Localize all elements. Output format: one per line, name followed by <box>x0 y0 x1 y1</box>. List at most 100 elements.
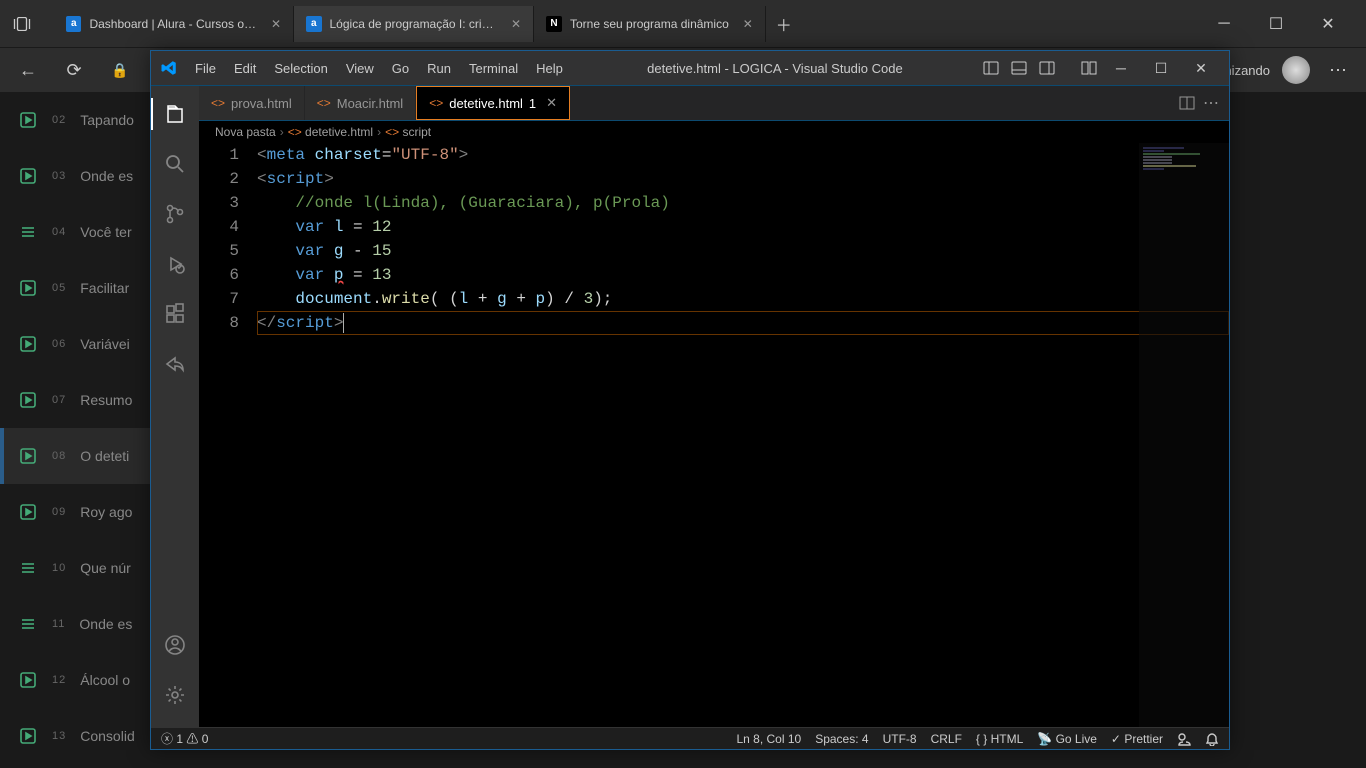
lesson-type-icon <box>18 558 38 578</box>
lesson-number: 06 <box>52 338 66 350</box>
lesson-title: Tapando <box>80 112 134 128</box>
back-button[interactable]: ← <box>12 54 44 86</box>
menu-item-go[interactable]: Go <box>384 57 417 80</box>
refresh-button[interactable]: ⟳ <box>58 54 90 86</box>
menu-button[interactable]: ⋯ <box>1322 54 1354 86</box>
tab-dirty-indicator: 1 <box>529 96 536 111</box>
breadcrumb[interactable]: Nova pasta › <> detetive.html › <> scrip… <box>199 121 1229 143</box>
split-editor-icon[interactable] <box>1179 96 1195 110</box>
menu-item-edit[interactable]: Edit <box>226 57 264 80</box>
lesson-number: 07 <box>52 394 66 406</box>
browser-tab[interactable]: aLógica de programação I: crie pr✕ <box>294 6 534 42</box>
lesson-number: 11 <box>52 618 65 630</box>
status-language[interactable]: { } HTML <box>976 732 1023 746</box>
code-editor[interactable]: 12345678 <meta charset="UTF-8"><script> … <box>199 143 1229 727</box>
status-feedback-icon[interactable] <box>1177 732 1191 746</box>
customize-layout-icon[interactable] <box>1077 57 1101 79</box>
lesson-type-icon <box>18 670 38 690</box>
minimap[interactable] <box>1139 143 1229 727</box>
profile-avatar[interactable] <box>1282 56 1310 84</box>
menu-item-file[interactable]: File <box>187 57 224 80</box>
menu-item-selection[interactable]: Selection <box>266 57 335 80</box>
status-prettier[interactable]: ✓ Prettier <box>1111 732 1163 746</box>
layout-left-icon[interactable] <box>979 57 1003 79</box>
code-line[interactable]: <meta charset="UTF-8"> <box>257 143 1229 167</box>
search-icon[interactable] <box>151 144 199 184</box>
source-control-icon[interactable] <box>151 194 199 234</box>
window-close-button[interactable]: ✕ <box>1310 10 1346 38</box>
lesson-type-icon <box>18 390 38 410</box>
tab-close-button[interactable]: ✕ <box>546 95 557 111</box>
layout-bottom-icon[interactable] <box>1007 57 1031 79</box>
page-status-text: nizando <box>1224 63 1270 78</box>
menu-item-run[interactable]: Run <box>419 57 459 80</box>
code-line[interactable]: var g - 15 <box>257 239 1229 263</box>
lesson-title: Onde es <box>79 616 132 632</box>
code-line[interactable]: document.write( (l + g + p) / 3); <box>257 287 1229 311</box>
collections-icon[interactable] <box>8 10 36 38</box>
menu-item-terminal[interactable]: Terminal <box>461 57 526 80</box>
lesson-number: 13 <box>52 730 66 742</box>
code-line[interactable]: //onde l(Linda), (Guaraciara), p(Prola) <box>257 191 1229 215</box>
more-actions-icon[interactable]: ⋯ <box>1203 93 1219 113</box>
editor-tab[interactable]: <>Moacir.html <box>305 86 416 120</box>
lesson-title: O deteti <box>80 448 129 464</box>
lesson-number: 04 <box>52 226 66 238</box>
status-bell-icon[interactable] <box>1205 732 1219 746</box>
browser-tab[interactable]: NTorne seu programa dinâmico✕ <box>534 6 766 42</box>
breadcrumb-segment[interactable]: Nova pasta <box>215 125 276 139</box>
status-spaces[interactable]: Spaces: 4 <box>815 732 868 746</box>
live-share-icon[interactable] <box>151 344 199 384</box>
code-line[interactable]: </script> <box>257 311 1229 335</box>
window-maximize-button[interactable]: ☐ <box>1258 10 1294 38</box>
settings-gear-icon[interactable] <box>151 675 199 715</box>
tab-close-button[interactable]: ✕ <box>511 17 521 31</box>
tab-favicon-icon: N <box>546 16 562 32</box>
window-minimize-button[interactable]: ─ <box>1206 10 1242 38</box>
lesson-number: 12 <box>52 674 66 686</box>
lesson-type-icon <box>18 222 38 242</box>
status-eol[interactable]: CRLF <box>931 732 962 746</box>
new-tab-button[interactable]: ＋ <box>770 10 798 38</box>
code-line[interactable]: var l = 12 <box>257 215 1229 239</box>
tab-close-button[interactable]: ✕ <box>743 17 753 31</box>
tab-filename: Moacir.html <box>337 96 403 111</box>
lesson-title: Resumo <box>80 392 132 408</box>
lesson-type-icon <box>18 502 38 522</box>
tab-close-button[interactable]: ✕ <box>271 17 281 31</box>
menu-item-help[interactable]: Help <box>528 57 571 80</box>
code-line[interactable]: var p = 13 <box>257 263 1229 287</box>
status-problems[interactable]: ⓧ 1 ⚠ 0 <box>161 730 208 747</box>
lesson-title: Onde es <box>80 168 133 184</box>
tab-title: Dashboard | Alura - Cursos onlin <box>89 17 256 31</box>
status-encoding[interactable]: UTF-8 <box>883 732 917 746</box>
layout-right-icon[interactable] <box>1035 57 1059 79</box>
accounts-icon[interactable] <box>151 625 199 665</box>
status-golive[interactable]: 📡 Go Live <box>1037 732 1097 746</box>
tabs-actions: ⋯ <box>1169 86 1229 120</box>
breadcrumb-segment[interactable]: <> script <box>385 125 431 139</box>
status-cursor[interactable]: Ln 8, Col 10 <box>736 732 801 746</box>
debug-icon[interactable] <box>151 244 199 284</box>
code-area[interactable]: <meta charset="UTF-8"><script> //onde l(… <box>257 143 1229 727</box>
extensions-icon[interactable] <box>151 294 199 334</box>
lesson-title: Variávei <box>80 336 130 352</box>
vscode-maximize-button[interactable]: ☐ <box>1141 53 1181 83</box>
vscode-minimize-button[interactable]: ─ <box>1101 53 1141 83</box>
lesson-title: Consolid <box>80 728 134 744</box>
menu-item-view[interactable]: View <box>338 57 382 80</box>
line-gutter: 12345678 <box>199 143 257 727</box>
breadcrumb-segment[interactable]: <> detetive.html <box>288 125 373 139</box>
browser-tab[interactable]: aDashboard | Alura - Cursos onlin✕ <box>54 6 294 42</box>
lesson-type-icon <box>18 726 38 746</box>
vscode-logo-icon <box>159 58 179 78</box>
html-file-icon: <> <box>211 96 225 110</box>
lesson-type-icon <box>18 614 38 634</box>
editor-tab[interactable]: <>detetive.html 1 ✕ <box>416 86 570 120</box>
editor-tab[interactable]: <>prova.html <box>199 86 305 120</box>
lesson-type-icon <box>18 278 38 298</box>
code-line[interactable]: <script> <box>257 167 1229 191</box>
site-info-icon[interactable]: 🔒 <box>104 54 136 86</box>
explorer-icon[interactable] <box>151 94 199 134</box>
vscode-close-button[interactable]: ✕ <box>1181 53 1221 83</box>
